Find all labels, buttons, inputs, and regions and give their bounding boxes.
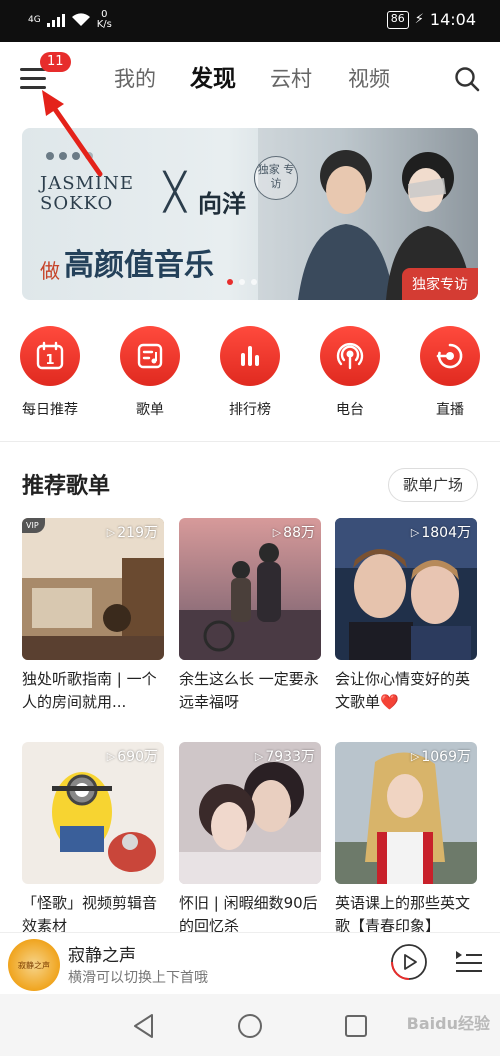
wifi-icon <box>71 13 90 26</box>
play-count: ▷ 1069万 <box>410 749 471 765</box>
banner-pager <box>227 279 257 285</box>
status-bar: 4G 0 K/s 86 ⚡ 14:04 <box>0 0 500 42</box>
live-icon <box>436 343 463 369</box>
battery-indicator: 86 <box>386 10 409 29</box>
playlist-title: 独处听歌指南 | 一个人的房间就用... <box>22 670 157 711</box>
search-icon[interactable] <box>454 66 480 92</box>
tab-mine[interactable]: 我的 <box>96 62 174 96</box>
playlist-cover: ▷ 1804万 <box>335 518 477 660</box>
network-speed: 0 K/s <box>96 9 112 30</box>
playlist-cover: ▷ 7933万 <box>179 742 321 884</box>
banner-artist: 向洋 <box>198 190 246 218</box>
quick-daily-label: 每日推荐 <box>22 402 78 418</box>
play-count: ▷ 1804万 <box>410 525 471 541</box>
svg-text:1: 1 <box>45 353 54 368</box>
calendar-icon: 1 <box>36 341 64 370</box>
watermark-text: Baidu经验 <box>406 1014 490 1033</box>
recents-icon[interactable] <box>342 1012 370 1040</box>
signal-icon <box>46 13 65 27</box>
play-triangle-icon: ▷ <box>410 525 420 539</box>
quick-charts[interactable]: 排行榜 <box>205 326 295 419</box>
vip-badge: VIP <box>22 518 45 533</box>
mini-player[interactable]: 寂静之声 寂静之声 横滑可以切换上下首哦 <box>0 932 500 992</box>
playlist-card[interactable]: ▷ 1069万 英语课上的那些英文歌【青春印象】 <box>335 742 477 938</box>
quick-playlist-label: 歌单 <box>136 402 164 418</box>
promo-banner[interactable]: JASMINE SOKKO ╳ 向洋 独家 专访 做 高颜值音乐 独家专访 <box>22 128 478 300</box>
quick-live-label: 直播 <box>436 402 464 418</box>
banner-tag: 独家专访 <box>402 268 478 300</box>
back-icon[interactable] <box>130 1012 158 1040</box>
banner-dots-decoration <box>46 152 93 160</box>
play-triangle-icon: ▷ <box>254 749 264 763</box>
menu-button[interactable] <box>20 68 48 90</box>
play-count: ▷ 219万 <box>106 525 158 541</box>
quick-radio[interactable]: 电台 <box>305 326 395 419</box>
quick-daily[interactable]: 1 每日推荐 <box>5 326 95 419</box>
playlist-cover: ▷ 1069万 <box>335 742 477 884</box>
play-triangle-icon: ▷ <box>272 525 282 539</box>
playlist-title: 会让你心情变好的英文歌单❤️ <box>335 670 471 711</box>
quick-nav: 1 每日推荐 歌单 排行榜 电台 直播 <box>0 326 500 426</box>
section-title: 推荐歌单 <box>22 474 111 499</box>
tab-video[interactable]: 视频 <box>330 62 408 96</box>
play-count: ▷ 7933万 <box>254 749 315 765</box>
now-playing-cover[interactable]: 寂静之声 <box>8 939 60 991</box>
playlist-card[interactable]: ▷ 1804万 会让你心情变好的英文歌单❤️ <box>335 518 477 714</box>
playlist-square-button[interactable]: 歌单广场 <box>387 468 478 502</box>
now-playing-hint: 横滑可以切换上下首哦 <box>68 970 208 986</box>
now-playing-title: 寂静之声 <box>68 946 136 966</box>
playlist-title: 余生这么长 一定要永远幸福呀 <box>179 670 319 711</box>
play-triangle-icon: ▷ <box>106 749 116 763</box>
home-icon[interactable] <box>236 1012 264 1040</box>
banner-slogan: 做 高颜值音乐 <box>40 248 214 283</box>
clock: 14:04 <box>429 10 476 29</box>
tab-discover[interactable]: 发现 <box>174 62 252 96</box>
playlist-card[interactable]: ▷ 88万 余生这么长 一定要永远幸福呀 <box>179 518 321 714</box>
banner-cross: ╳ <box>164 172 186 213</box>
play-button-icon[interactable] <box>390 943 428 981</box>
playlist-cover: ▷ 690万 <box>22 742 164 884</box>
banner-brand: JASMINE SOKKO <box>40 173 134 214</box>
charging-icon: ⚡ <box>414 12 424 27</box>
quick-charts-label: 排行榜 <box>229 402 271 418</box>
radio-icon <box>336 342 364 370</box>
play-triangle-icon: ▷ <box>410 749 420 763</box>
play-count: ▷ 690万 <box>106 749 158 765</box>
play-triangle-icon: ▷ <box>106 525 116 539</box>
play-count: ▷ 88万 <box>272 525 315 541</box>
menu-badge: 11 <box>40 52 71 72</box>
playlist-icon <box>137 343 163 369</box>
quick-playlist[interactable]: 歌单 <box>105 326 195 419</box>
chart-bars-icon <box>241 346 259 366</box>
network-type: 4G <box>28 15 41 25</box>
quick-radio-label: 电台 <box>336 402 364 418</box>
playlist-cover: VIP ▷ 219万 <box>22 518 164 660</box>
playlist-queue-icon[interactable] <box>454 947 484 977</box>
top-header: 11 我的 发现 云村 视频 <box>0 42 500 118</box>
top-tabs: 我的 发现 云村 视频 <box>96 62 408 96</box>
playlist-card[interactable]: VIP ▷ 219万 独处听歌指南 | 一个人的房间就用... <box>22 518 164 714</box>
section-divider <box>0 441 500 442</box>
playlist-cover: ▷ 88万 <box>179 518 321 660</box>
quick-live[interactable]: 直播 <box>405 326 495 419</box>
playlist-card[interactable]: ▷ 690万 「怪歌」视频剪辑音效素材 <box>22 742 164 938</box>
playlist-card[interactable]: ▷ 7933万 怀旧 | 闲暇细数90后的回忆杀 <box>179 742 321 938</box>
tab-village[interactable]: 云村 <box>252 62 330 96</box>
